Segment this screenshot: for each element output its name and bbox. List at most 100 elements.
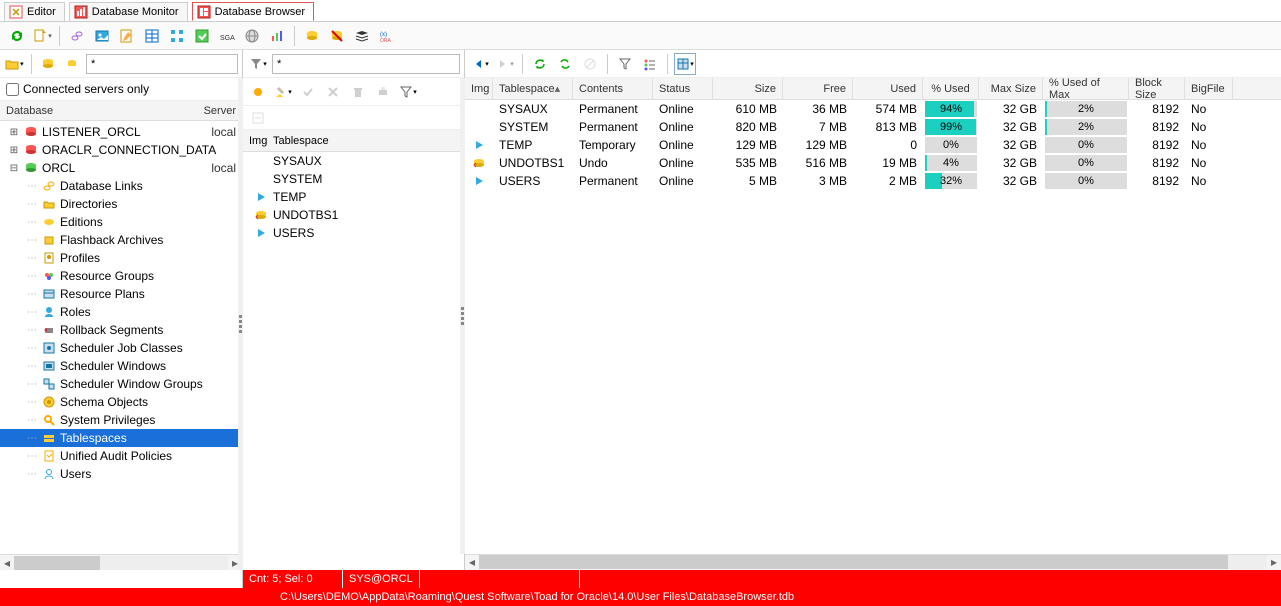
tree-node[interactable]: ⋯Schema Objects [0, 393, 242, 411]
extract-icon[interactable] [191, 25, 213, 47]
right-hscroll[interactable]: ◂ ▸ [465, 554, 1281, 570]
tree-node[interactable]: ⋯Flashback Archives [0, 231, 242, 249]
tab-label: Database Monitor [92, 6, 179, 18]
grid-cell [465, 172, 493, 190]
mid-header-ts[interactable]: Tablespace [273, 135, 329, 147]
tree-twisty[interactable]: ⊞ [8, 127, 20, 138]
marker-icon[interactable] [247, 81, 269, 103]
grid-header-cell[interactable]: BigFile [1185, 78, 1233, 100]
grid-header-cell[interactable]: Free [783, 78, 853, 100]
table-row[interactable]: UNDOTBS1UndoOnline535 MB516 MB19 MB4%32 … [465, 154, 1281, 172]
list-item[interactable]: SYSTEM [243, 170, 464, 188]
grid-header-cell[interactable]: Block Size [1129, 78, 1185, 100]
grid-view-icon[interactable]: ▾ [674, 53, 696, 75]
tree-twisty[interactable]: ⊟ [8, 163, 20, 174]
tree-node[interactable]: ⋯Unified Audit Policies [0, 447, 242, 465]
left-splitter[interactable] [238, 78, 243, 570]
mid-toolbar: ▾ [243, 50, 464, 78]
tree-node[interactable]: ⋯Scheduler Windows [0, 357, 242, 375]
mid-filter-input[interactable] [272, 54, 460, 74]
tree-node[interactable]: ⋯Users [0, 465, 242, 483]
tree-node[interactable]: ⊟ORCLlocal [0, 159, 242, 177]
list-item[interactable]: USERS [243, 224, 464, 242]
grid-header-cell[interactable]: Contents [573, 78, 653, 100]
chart-icon[interactable] [266, 25, 288, 47]
tablespace-list[interactable]: SYSAUXSYSTEMTEMPUNDOTBS1USERS [243, 152, 464, 570]
tree-header-col2[interactable]: Server [204, 105, 236, 117]
tree-node[interactable]: ⋯Resource Plans [0, 285, 242, 303]
sga-icon[interactable]: SGA [216, 25, 238, 47]
tab-editor[interactable]: Editor [4, 2, 65, 21]
refresh-grid-icon[interactable] [529, 53, 551, 75]
left-filter-input[interactable] [86, 54, 238, 74]
image-icon[interactable] [91, 25, 113, 47]
tab-db-browser[interactable]: Database Browser [192, 2, 315, 21]
grid-cell: 610 MB [713, 100, 783, 118]
db-mini-icon[interactable] [62, 53, 82, 75]
tree-node[interactable]: ⋯Rollback Segments [0, 321, 242, 339]
list-item[interactable]: TEMP [243, 188, 464, 206]
tree-node[interactable]: ⋯Resource Groups [0, 267, 242, 285]
tree-node[interactable]: ⋯Profiles [0, 249, 242, 267]
globe-icon[interactable] [241, 25, 263, 47]
filter2-icon[interactable]: ▾ [397, 81, 419, 103]
tablespace-grid[interactable]: ImgTablespace ▴ContentsStatusSizeFreeUse… [465, 78, 1281, 554]
tree-node[interactable]: ⋯Directories [0, 195, 242, 213]
disconnect-icon[interactable] [326, 25, 348, 47]
connect-icon[interactable] [301, 25, 323, 47]
grid-header-cell[interactable]: Max Size [979, 78, 1043, 100]
filter-funnel-icon[interactable]: ▾ [247, 53, 269, 75]
svg-text:ORA: ORA [380, 38, 392, 44]
tree-node[interactable]: ⋯Database Links [0, 177, 242, 195]
grid-header-cell[interactable]: Status [653, 78, 713, 100]
tree-twisty[interactable]: ⊞ [8, 145, 20, 156]
list-item[interactable]: SYSAUX [243, 152, 464, 170]
database-tree[interactable]: ⊞LISTENER_ORCLlocal⊞ORACLR_CONNECTION_DA… [0, 121, 242, 554]
tree-node[interactable]: ⊞ORACLR_CONNECTION_DATA [0, 141, 242, 159]
funnel-icon[interactable] [614, 53, 636, 75]
tree-node[interactable]: ⋯Editions [0, 213, 242, 231]
stack-icon[interactable] [351, 25, 373, 47]
tab-db-monitor[interactable]: Database Monitor [69, 2, 188, 21]
tree-node[interactable]: ⋯System Privileges [0, 411, 242, 429]
list-item[interactable]: UNDOTBS1 [243, 206, 464, 224]
grid-cell: 3 MB [783, 172, 853, 190]
grid-header-cell[interactable]: Img [465, 78, 493, 100]
tree-node-label: Scheduler Window Groups [60, 377, 203, 391]
grid-header-cell[interactable]: Size [713, 78, 783, 100]
tree-header-col1[interactable]: Database [6, 105, 204, 117]
table-row[interactable]: USERSPermanentOnline5 MB3 MB2 MB32%32 GB… [465, 172, 1281, 190]
grid-cell [465, 100, 493, 118]
list-view-icon[interactable] [639, 53, 661, 75]
tree-icon[interactable] [166, 25, 188, 47]
link-icon[interactable] [66, 25, 88, 47]
tree-node[interactable]: ⋯Roles [0, 303, 242, 321]
db-small-icon[interactable] [39, 53, 59, 75]
grid-cell: 0 [853, 136, 923, 154]
left-hscroll[interactable]: ◂ ▸ [0, 554, 242, 570]
tree-node[interactable]: ⋯Tablespaces [0, 429, 242, 447]
refresh-icon[interactable] [6, 25, 28, 47]
grid-header-cell[interactable]: % Used [923, 78, 979, 100]
grid-header-cell[interactable]: Tablespace ▴ [493, 78, 573, 100]
ora-icon[interactable]: (x)ORA [376, 25, 398, 47]
tree-node[interactable]: ⋯Scheduler Job Classes [0, 339, 242, 357]
tree-node[interactable]: ⊞LISTENER_ORCLlocal [0, 123, 242, 141]
tree-node-label: Tablespaces [60, 431, 127, 445]
table-row[interactable]: TEMPTemporaryOnline129 MB129 MB00%32 GB0… [465, 136, 1281, 154]
open-folder-icon[interactable]: ▾ [4, 53, 24, 75]
refresh-all-icon[interactable] [554, 53, 576, 75]
back-icon[interactable]: ▾ [469, 53, 491, 75]
new-doc-icon[interactable]: ▾ [31, 25, 53, 47]
broom-icon[interactable]: ▾ [272, 81, 294, 103]
role-icon [41, 304, 57, 320]
table-row[interactable]: SYSAUXPermanentOnline610 MB36 MB574 MB94… [465, 100, 1281, 118]
connected-only-checkbox[interactable] [6, 83, 19, 96]
grid-header-cell[interactable]: % Used of Max [1043, 78, 1129, 100]
edit-icon[interactable] [116, 25, 138, 47]
tree-node[interactable]: ⋯Scheduler Window Groups [0, 375, 242, 393]
table-row[interactable]: SYSTEMPermanentOnline820 MB7 MB813 MB99%… [465, 118, 1281, 136]
table-icon[interactable] [141, 25, 163, 47]
mid-header-img[interactable]: Img [243, 135, 273, 147]
grid-header-cell[interactable]: Used [853, 78, 923, 100]
